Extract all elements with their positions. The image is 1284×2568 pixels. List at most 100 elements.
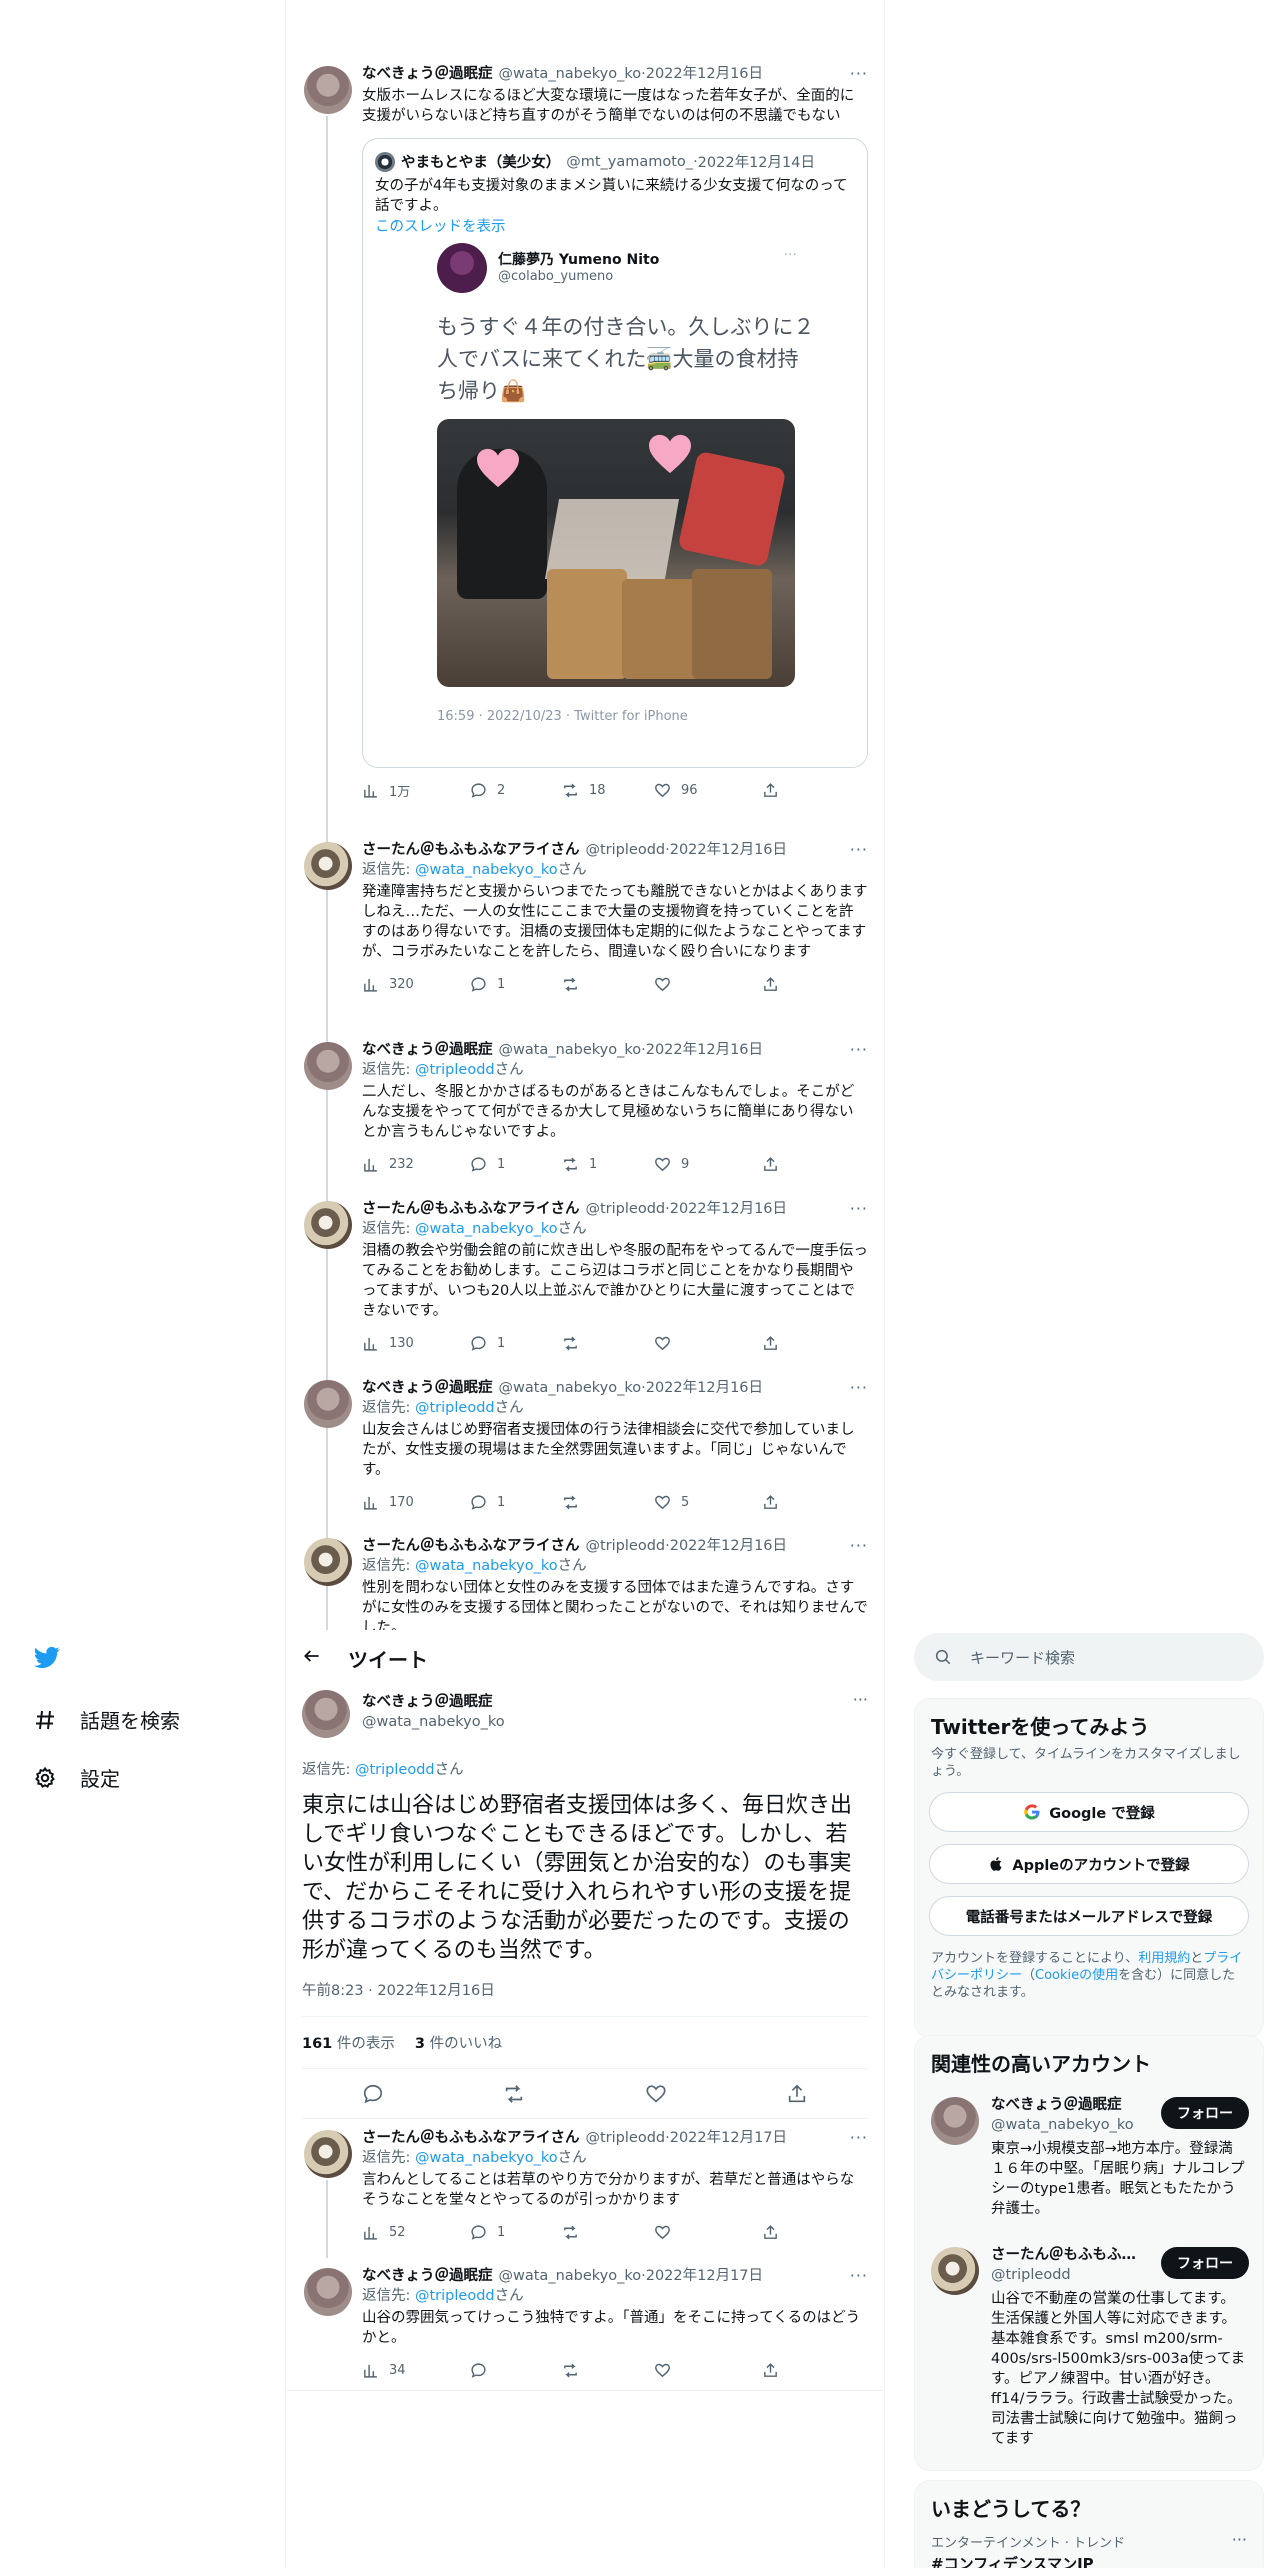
retweet-button[interactable]	[562, 976, 654, 993]
author-name[interactable]: さーたん＠もふもふなアライさん	[362, 1536, 580, 1556]
retweet-button[interactable]	[562, 1494, 654, 1511]
google-signup-button[interactable]: Google で登録	[929, 1792, 1249, 1832]
reply-button[interactable]: 1	[470, 1335, 562, 1352]
avatar[interactable]	[304, 2130, 352, 2178]
mention-link[interactable]: @tripleodd	[355, 1762, 435, 1778]
follow-button[interactable]: フォロー	[1161, 2247, 1249, 2279]
reply-button[interactable]: 1	[470, 1494, 562, 1511]
author-name[interactable]: なべきょう＠過眠症	[362, 1378, 493, 1398]
author-handle[interactable]: @wata_nabekyo_ko	[499, 2266, 642, 2286]
tweet-date[interactable]: 2022年12月16日	[646, 1378, 763, 1398]
reply-button[interactable]: 1	[470, 2224, 562, 2241]
thread-tweet[interactable]: なべきょう＠過眠症 @wata_nabekyo_ko · 2022年12月16日…	[286, 64, 884, 800]
quote-tweet-card[interactable]: やまもとやま（美少女） @mt_yamamoto_ · 2022年12月14日 …	[362, 138, 868, 768]
search-box[interactable]: キーワード検索	[914, 1633, 1264, 1681]
author-name[interactable]: なべきょう＠過眠症	[362, 1040, 493, 1060]
author-handle[interactable]: @tripleodd	[586, 2128, 666, 2148]
mention-link[interactable]: @wata_nabekyo_ko	[415, 1221, 558, 1237]
like-button[interactable]	[654, 2224, 762, 2241]
retweet-button[interactable]	[562, 2362, 654, 2379]
more-options-icon[interactable]: ···	[1232, 2530, 1247, 2549]
tweet-timestamp[interactable]: 午前8:23 · 2022年12月16日	[302, 1979, 868, 2017]
thread-tweet[interactable]: なべきょう＠過眠症 @wata_nabekyo_ko · 2022年12月16日…	[286, 1040, 884, 1174]
views-button[interactable]: 52	[362, 2224, 470, 2241]
share-button[interactable]	[762, 2224, 779, 2241]
views-button[interactable]: 320	[362, 976, 470, 993]
likes-stat[interactable]: 3 件のいいね	[415, 2032, 502, 2053]
twitter-logo-icon[interactable]	[32, 1644, 64, 1672]
retweet-button[interactable]	[562, 1335, 654, 1352]
retweet-button[interactable]	[562, 2224, 654, 2241]
mention-link[interactable]: @tripleodd	[415, 2288, 495, 2304]
account-suggestion[interactable]: さーたん＠もふもふなアライさん @tripleodd フォロー 山谷で不動産の営…	[915, 2233, 1263, 2463]
thread-tweet[interactable]: なべきょう＠過眠症 @wata_nabekyo_ko · 2022年12月16日…	[286, 1378, 884, 1512]
account-name[interactable]: さーたん＠もふもふなアライさん	[991, 2245, 1146, 2265]
share-button[interactable]	[762, 1335, 779, 1352]
avatar[interactable]	[304, 2268, 352, 2316]
like-button[interactable]: 96	[654, 782, 762, 799]
more-options-icon[interactable]: ···	[850, 64, 868, 83]
tweet-date[interactable]: 2022年12月17日	[646, 2266, 763, 2286]
share-button[interactable]	[762, 782, 779, 799]
tweet-date[interactable]: 2022年12月16日	[646, 1040, 763, 1060]
show-thread-link[interactable]: このスレッドを表示	[363, 216, 867, 238]
avatar[interactable]	[304, 842, 352, 890]
share-button[interactable]	[762, 976, 779, 993]
cookie-policy-link[interactable]: Cookieの使用	[1035, 1968, 1118, 1983]
views-button[interactable]: 170	[362, 1494, 470, 1511]
avatar[interactable]	[302, 1690, 350, 1738]
reply-button[interactable]: 1	[470, 1156, 562, 1173]
views-button[interactable]: 232	[362, 1156, 470, 1173]
avatar[interactable]	[304, 1538, 352, 1586]
follow-button[interactable]: フォロー	[1161, 2097, 1249, 2129]
avatar[interactable]	[304, 1380, 352, 1428]
author-handle[interactable]: @wata_nabekyo_ko	[499, 1378, 642, 1398]
account-name[interactable]: なべきょう＠過眠症	[991, 2095, 1146, 2115]
more-options-icon[interactable]: ···	[850, 1040, 868, 1059]
like-button[interactable]: 9	[654, 1156, 762, 1173]
author-name[interactable]: さーたん＠もふもふなアライさん	[362, 2128, 580, 2148]
trend-item[interactable]: ··· エンターテインメント · トレンド #コンフィデンスマンJP	[915, 2522, 1263, 2568]
nav-explore[interactable]: 話題を検索	[32, 1705, 180, 1734]
more-options-icon[interactable]: ···	[850, 1199, 868, 1218]
tweet-date[interactable]: 2022年12月16日	[670, 1536, 787, 1556]
reply-button[interactable]: 1	[470, 976, 562, 993]
author-name[interactable]: なべきょう＠過眠症	[362, 64, 493, 84]
views-button[interactable]: 1万	[362, 781, 470, 800]
account-suggestion[interactable]: なべきょう＠過眠症 @wata_nabekyo_ko フォロー 東京→小規模支部…	[915, 2083, 1263, 2233]
more-options-icon[interactable]: ···	[850, 1536, 868, 1555]
share-button[interactable]	[762, 1156, 779, 1173]
views-stat[interactable]: 161 件の表示	[302, 2032, 395, 2053]
thread-tweet[interactable]: さーたん＠もふもふなアライさん @tripleodd · 2022年12月16日…	[286, 1199, 884, 1353]
share-button[interactable]	[762, 2362, 779, 2379]
terms-link[interactable]: 利用規約	[1138, 1951, 1190, 1966]
like-button[interactable]	[654, 976, 762, 993]
tweet-date[interactable]: 2022年12月16日	[670, 1199, 787, 1219]
apple-signup-button[interactable]: Appleのアカウントで登録	[929, 1844, 1249, 1884]
author-handle[interactable]: @wata_nabekyo_ko	[362, 1712, 868, 1732]
avatar[interactable]	[931, 2247, 979, 2295]
more-options-icon[interactable]: ···	[850, 2128, 868, 2147]
views-button[interactable]: 130	[362, 1335, 470, 1352]
like-button[interactable]: 5	[654, 1494, 762, 1511]
tweet-date[interactable]: 2022年12月16日	[670, 840, 787, 860]
author-handle[interactable]: @tripleodd	[586, 1199, 666, 1219]
like-button[interactable]	[654, 2362, 762, 2379]
author-handle[interactable]: @wata_nabekyo_ko	[499, 1040, 642, 1060]
author-name[interactable]: さーたん＠もふもふなアライさん	[362, 840, 580, 860]
retweet-icon[interactable]	[503, 2083, 525, 2105]
mention-link[interactable]: @tripleodd	[415, 1062, 495, 1078]
avatar[interactable]	[304, 1201, 352, 1249]
heart-icon[interactable]	[645, 2083, 667, 2105]
more-options-icon[interactable]: ···	[853, 1690, 868, 1709]
avatar[interactable]	[304, 66, 352, 114]
views-button[interactable]: 34	[362, 2362, 470, 2379]
mention-link[interactable]: @tripleodd	[415, 1400, 495, 1416]
mention-link[interactable]: @wata_nabekyo_ko	[415, 862, 558, 878]
search-input[interactable]: キーワード検索	[970, 1647, 1075, 1668]
avatar[interactable]	[304, 1042, 352, 1090]
mention-link[interactable]: @wata_nabekyo_ko	[415, 2150, 558, 2166]
reply-tweet[interactable]: さーたん＠もふもふなアライさん @tripleodd · 2022年12月17日…	[286, 2128, 884, 2242]
more-options-icon[interactable]: ···	[850, 1378, 868, 1397]
reply-icon[interactable]	[362, 2083, 384, 2105]
